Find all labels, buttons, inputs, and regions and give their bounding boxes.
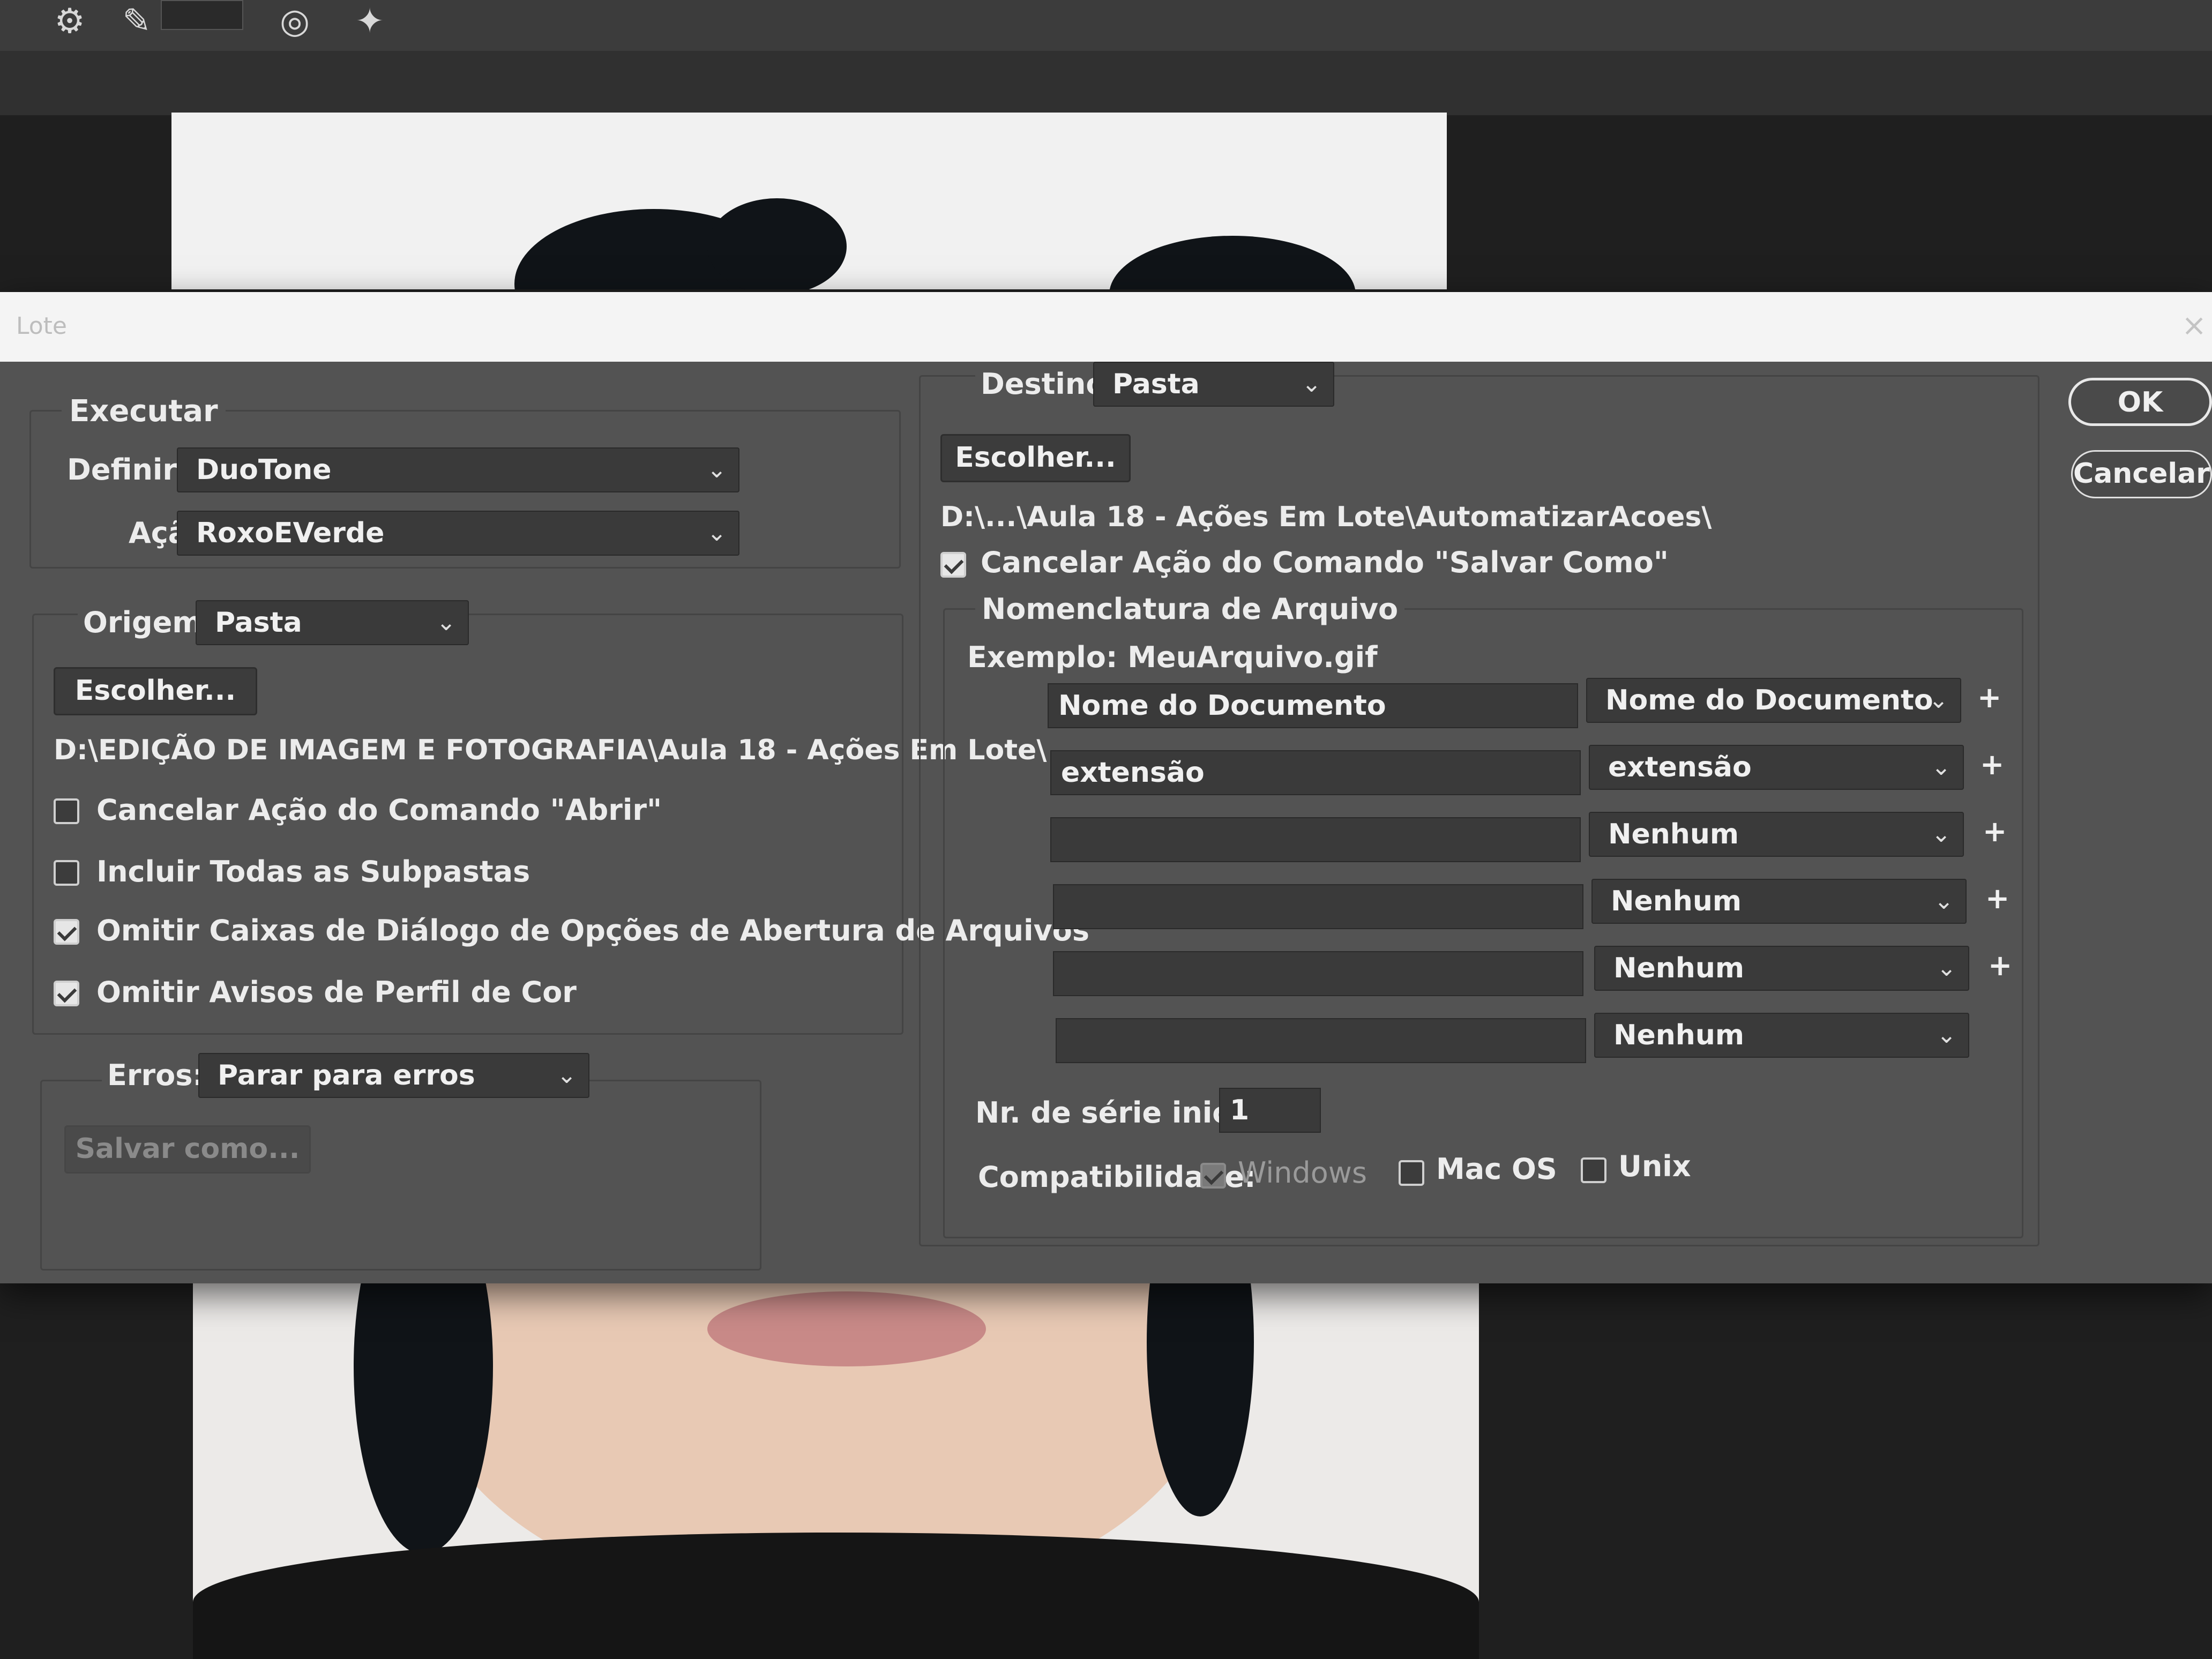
ok-button[interactable]: OK [2068,378,2212,426]
naming-text-1[interactable]: Nome do Documento [1048,683,1578,728]
compat-macos-label: Mac OS [1436,1152,1557,1186]
erros-label: Erros: [102,1058,210,1092]
naming-select-6-value: Nenhum [1613,1019,1745,1051]
chevron-down-icon: ⌄ [1934,887,1954,915]
erros-group [40,1080,761,1271]
origem-choose-button[interactable]: Escolher... [54,667,257,715]
naming-select-5[interactable]: Nenhum ⌄ [1594,946,1969,991]
cancel-button[interactable]: Cancelar [2071,450,2212,498]
erros-select[interactable]: Parar para erros ⌄ [198,1053,589,1098]
serial-input[interactable]: 1 [1219,1088,1321,1133]
naming-text-2-value: extensão [1061,757,1205,789]
serial-value: 1 [1230,1094,1250,1126]
cancel-open-label: Cancelar Ação do Comando "Abrir" [96,793,662,827]
compat-unix-checkbox[interactable] [1581,1157,1606,1183]
naming-select-4[interactable]: Nenhum ⌄ [1591,879,1967,924]
origem-path: D:\EDIÇÃO DE IMAGEM E FOTOGRAFIA\Aula 18… [54,734,1047,766]
compat-unix-label: Unix [1618,1149,1691,1183]
cancel-save-as-label: Cancelar Ação do Comando "Salvar Como" [981,545,1669,579]
chevron-down-icon: ⌄ [1302,370,1321,398]
close-icon[interactable]: × [2181,308,2207,343]
definir-value: DuoTone [196,454,332,486]
include-subfolders-label: Incluir Todas as Subpastas [96,855,530,888]
chevron-down-icon: ⌄ [1931,753,1951,781]
suppress-open-dialogs-checkbox[interactable] [54,919,79,945]
naming-text-6[interactable] [1056,1018,1586,1063]
naming-select-6[interactable]: Nenhum ⌄ [1594,1013,1969,1058]
tool-value-field[interactable] [161,0,243,30]
compat-windows-checkbox[interactable] [1200,1163,1226,1189]
batch-dialog: Lote × Executar Definir: DuoTone ⌄ Ação:… [0,292,2212,1283]
naming-text-1-value: Nome do Documento [1058,690,1386,722]
naming-select-3-value: Nenhum [1608,818,1739,850]
naming-select-5-value: Nenhum [1613,952,1745,984]
chevron-down-icon: ⌄ [1931,820,1951,848]
workspace-band [0,51,2212,115]
include-subfolders-checkbox[interactable] [54,860,79,886]
canvas-photo-top [171,113,1447,289]
definir-label: Definir: [67,453,189,487]
gear-icon[interactable]: ⚙ [48,0,91,43]
airbrush-icon[interactable]: ◎ [273,0,316,43]
symmetry-icon[interactable]: ✦ [348,0,391,43]
naming-select-2-value: extensão [1608,751,1752,783]
compat-windows-label: Windows [1238,1156,1367,1190]
naming-select-4-value: Nenhum [1611,885,1742,917]
origem-select[interactable]: Pasta ⌄ [196,600,469,645]
hair-shape [707,198,847,289]
acao-value: RoxoEVerde [196,517,385,549]
nomenclatura-legend: Nomenclatura de Arquivo [975,592,1405,626]
add-naming-row-icon[interactable]: + [1985,881,2009,915]
add-naming-row-icon[interactable]: + [1980,748,2004,781]
add-naming-row-icon[interactable]: + [1988,948,2012,982]
save-as-log-button[interactable]: Salvar como... [64,1125,311,1174]
add-naming-row-icon[interactable]: + [1983,814,2007,848]
app-toolbar: ⚙ ✎ ◎ ✦ [0,0,2212,51]
destino-value: Pasta [1112,368,1200,400]
hair-shape [1109,236,1356,289]
naming-text-5[interactable] [1053,951,1583,996]
naming-select-3[interactable]: Nenhum ⌄ [1589,812,1964,857]
suppress-color-warnings-label: Omitir Avisos de Perfil de Cor [96,975,577,1009]
chevron-down-icon: ⌄ [1929,686,1948,714]
naming-select-2[interactable]: extensão ⌄ [1589,745,1964,790]
chevron-down-icon: ⌄ [1937,954,1956,982]
canvas-photo-bottom [193,1232,1479,1659]
chevron-down-icon: ⌄ [436,609,456,636]
chevron-down-icon: ⌄ [1937,1021,1956,1049]
erros-value: Parar para erros [218,1059,475,1092]
chevron-down-icon: ⌄ [707,456,727,483]
add-naming-row-icon[interactable]: + [1977,681,2001,714]
naming-select-1-value: Nome do Documento [1605,684,1933,716]
destino-path: D:\...\Aula 18 - Ações Em Lote\Automatiz… [940,501,1712,533]
origem-value: Pasta [215,607,302,639]
executar-legend: Executar [62,394,226,429]
acao-select[interactable]: RoxoEVerde ⌄ [177,511,739,556]
lips-shape [707,1291,986,1366]
naming-text-3[interactable] [1050,817,1581,862]
naming-select-1[interactable]: Nome do Documento ⌄ [1586,678,1961,723]
naming-text-2[interactable]: extensão [1050,750,1581,795]
naming-example: Exemplo: MeuArquivo.gif [967,640,1378,674]
destino-choose-button[interactable]: Escolher... [940,434,1131,482]
dialog-titlebar: Lote × [0,292,2212,362]
suppress-color-warnings-checkbox[interactable] [54,981,79,1006]
cancel-save-as-checkbox[interactable] [940,552,966,578]
chevron-down-icon: ⌄ [557,1062,577,1089]
destino-select[interactable]: Pasta ⌄ [1093,362,1334,407]
compat-macos-checkbox[interactable] [1399,1160,1424,1186]
cancel-open-checkbox[interactable] [54,798,79,824]
naming-text-4[interactable] [1053,884,1583,929]
definir-select[interactable]: DuoTone ⌄ [177,447,739,492]
chevron-down-icon: ⌄ [707,519,727,547]
shirt-shape [193,1533,1479,1659]
brush-icon[interactable]: ✎ [115,0,158,43]
dialog-title: Lote [16,312,67,340]
